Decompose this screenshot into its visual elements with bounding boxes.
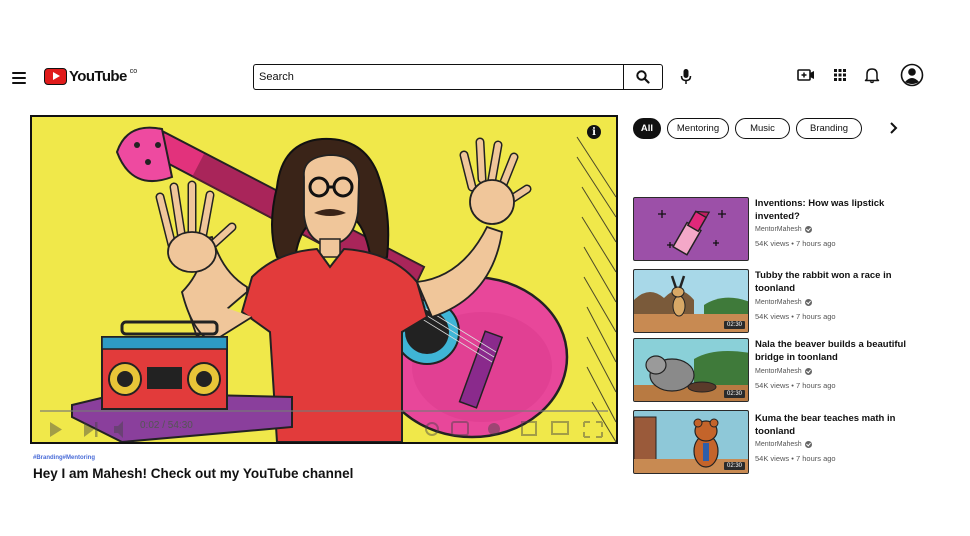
duration-badge: 02:30: [723, 462, 745, 470]
duration-badge: 02:30: [723, 321, 745, 329]
video-title[interactable]: Kuma the bear teaches math in toonland: [755, 412, 915, 438]
menu-icon[interactable]: [12, 72, 26, 84]
video-meta: 54K views • 7 hours ago: [755, 381, 836, 390]
verified-icon: [804, 226, 812, 233]
player-controls: 0:02 / 54:30: [32, 406, 616, 442]
microphone-icon: [680, 69, 692, 84]
create-video-button[interactable]: [797, 66, 815, 89]
lipstick-thumbnail-art: [658, 210, 726, 256]
chip-music[interactable]: Music: [735, 118, 790, 139]
search-icon: [636, 70, 650, 84]
search-button[interactable]: [623, 64, 663, 90]
video-title: Hey I am Mahesh! Check out my YouTube ch…: [33, 466, 354, 481]
chevron-right-icon: [890, 122, 898, 134]
chip-mentoring[interactable]: Mentoring: [667, 118, 729, 139]
video-thumbnail[interactable]: 02:30: [633, 269, 749, 333]
channel-name[interactable]: MentorMahesh: [755, 368, 812, 375]
channel-label: MentorMahesh: [755, 441, 802, 448]
channel-name[interactable]: MentorMahesh: [755, 441, 812, 448]
channel-label: MentorMahesh: [755, 226, 802, 233]
video-title[interactable]: Tubby the rabbit won a race in toonland: [755, 269, 915, 295]
video-meta: 54K views • 7 hours ago: [755, 454, 836, 463]
channel-name[interactable]: MentorMahesh: [755, 299, 812, 306]
video-illustration: [50, 126, 616, 442]
video-player[interactable]: i 0:02 / 54:30: [30, 115, 618, 444]
progress-bar[interactable]: [40, 410, 608, 412]
video-meta: 54K views • 7 hours ago: [755, 312, 836, 321]
verified-icon: [804, 441, 812, 448]
channel-label: MentorMahesh: [755, 368, 802, 375]
video-thumbnail[interactable]: 02:30: [633, 410, 749, 474]
video-thumbnail[interactable]: 02:30: [633, 338, 749, 402]
chips-next-button[interactable]: [888, 121, 898, 140]
video-tags[interactable]: #Branding#Mentoring: [33, 455, 95, 461]
channel-name[interactable]: MentorMahesh: [755, 226, 812, 233]
account-avatar-button[interactable]: [900, 63, 924, 92]
create-video-icon: [797, 69, 814, 81]
avatar-icon: [900, 63, 924, 87]
logo-text: YouTube: [69, 68, 127, 85]
apps-button[interactable]: [832, 66, 848, 89]
bell-icon: [864, 68, 880, 84]
logo-suffix: co: [129, 68, 138, 75]
video-title[interactable]: Nala the beaver builds a beautiful bridg…: [755, 338, 915, 364]
info-icon[interactable]: i: [587, 125, 601, 139]
apps-grid-icon: [834, 69, 846, 81]
voice-search-button[interactable]: [680, 68, 692, 91]
video-title[interactable]: Inventions: How was lipstick invented?: [755, 197, 915, 223]
play-logo-icon: [44, 68, 67, 85]
channel-label: MentorMahesh: [755, 299, 802, 306]
video-meta: 54K views • 7 hours ago: [755, 239, 836, 248]
search-input[interactable]: [253, 64, 623, 90]
verified-icon: [804, 368, 812, 375]
verified-icon: [804, 299, 812, 306]
youtube-logo[interactable]: YouTube co: [44, 68, 137, 85]
time-display: 0:02 / 54:30: [140, 420, 193, 431]
video-thumbnail[interactable]: [633, 197, 749, 261]
duration-badge: 02:30: [723, 390, 745, 398]
chip-branding[interactable]: Branding: [796, 118, 862, 139]
chip-all[interactable]: All: [633, 118, 661, 139]
notifications-button[interactable]: [864, 66, 880, 89]
